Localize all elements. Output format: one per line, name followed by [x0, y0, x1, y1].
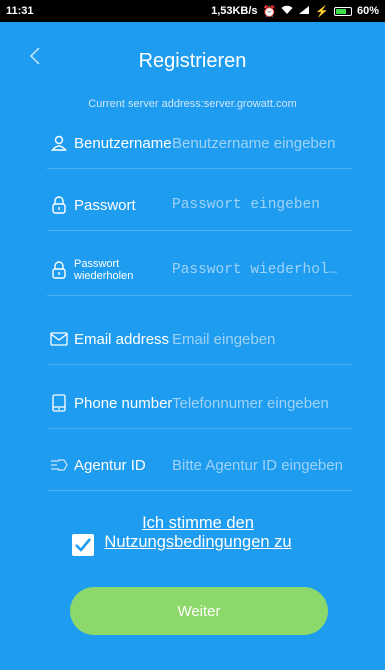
password-label: Passwort: [74, 196, 136, 214]
server-address: Current server address:server.growatt.co…: [88, 98, 297, 110]
phone-row[interactable]: Phone number Telefonnumer eingeben: [47, 378, 352, 429]
phone-label: Phone number: [74, 394, 173, 412]
email-input[interactable]: Email eingeben: [172, 331, 352, 348]
signal-icon: [298, 5, 310, 18]
username-row[interactable]: Benutzername Benutzername eingeben: [47, 118, 352, 169]
agency-label: Agentur ID: [74, 456, 146, 474]
lock-icon: [50, 196, 68, 214]
battery-percent: 60%: [356, 5, 379, 17]
phone-icon: [50, 394, 68, 412]
header: Registrieren: [0, 40, 385, 80]
password-input[interactable]: Passwort eingeben: [172, 197, 352, 213]
terms-link[interactable]: Ich stimme den Nutzungsbedingungen zu: [98, 514, 298, 552]
status-bar: 11:31 1,53KB/s ⏰ ⚡ 60%: [0, 0, 385, 22]
password-repeat-label: Passwort wiederholen: [74, 258, 134, 282]
mail-icon: [50, 330, 68, 348]
next-button[interactable]: Weiter: [70, 587, 328, 635]
password-repeat-row[interactable]: Passwort wiederholen Passwort wiederhol…: [47, 245, 352, 296]
agency-row[interactable]: Agentur ID Bitte Agentur ID eingeben: [47, 440, 352, 491]
network-speed: 1,53KB/s: [211, 5, 258, 17]
username-input[interactable]: Benutzername eingeben: [172, 135, 352, 152]
password-repeat-input[interactable]: Passwort wiederhol…: [172, 262, 352, 278]
agency-icon: [50, 456, 68, 474]
checkmark-icon: [75, 538, 92, 552]
lock-icon: [50, 261, 68, 279]
status-indicators: 1,53KB/s ⏰ ⚡ 60%: [211, 5, 379, 18]
alarm-icon: ⏰: [262, 5, 277, 18]
battery-icon: [333, 6, 352, 16]
email-label: Email address: [74, 330, 170, 348]
phone-input[interactable]: Telefonnumer eingeben: [172, 395, 352, 412]
status-time: 11:31: [6, 5, 34, 17]
charging-icon: ⚡: [315, 5, 329, 18]
agency-input[interactable]: Bitte Agentur ID eingeben: [172, 457, 352, 474]
email-row[interactable]: Email address Email eingeben: [47, 314, 352, 365]
wifi-icon: [281, 5, 293, 18]
password-row[interactable]: Passwort Passwort eingeben: [47, 180, 352, 231]
user-icon: [50, 134, 68, 152]
username-label: Benutzername: [74, 134, 172, 152]
terms-agreement: Ich stimme den Nutzungsbedingungen zu: [72, 514, 312, 576]
page-title: Registrieren: [138, 50, 247, 72]
terms-checkbox[interactable]: [72, 534, 94, 556]
